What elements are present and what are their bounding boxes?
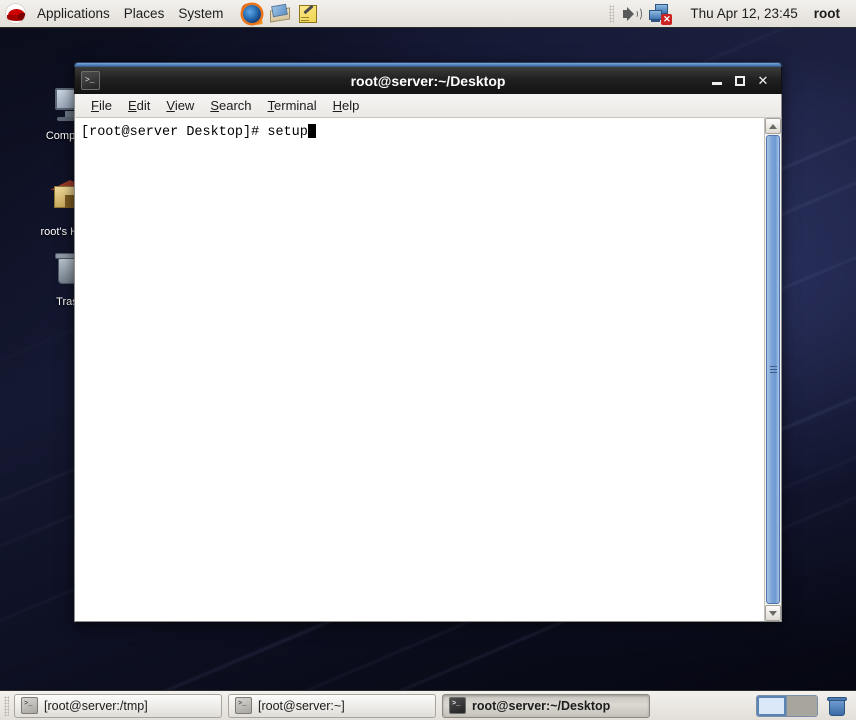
scrollbar-grip <box>769 364 777 375</box>
shell-command: setup <box>267 125 308 140</box>
terminal-menu-file[interactable]: File <box>83 96 120 115</box>
menu-rest: erminal <box>274 98 317 113</box>
menu-rest: iew <box>174 98 195 113</box>
gedit-icon[interactable] <box>296 2 320 26</box>
terminal-icon: >_ <box>449 697 466 714</box>
terminal-menu-edit[interactable]: Edit <box>120 96 158 115</box>
bottom-panel: >_ [root@server:/tmp] >_ [root@server:~]… <box>0 690 856 720</box>
close-button[interactable]: ✕ <box>753 71 773 91</box>
menu-system-label: System <box>178 6 224 21</box>
text-cursor <box>307 124 316 138</box>
panel-grip <box>609 4 615 23</box>
terminal-icon: >_ <box>235 697 252 714</box>
menu-mnemonic: S <box>210 98 219 113</box>
taskbar-item-label: root@server:~/Desktop <box>472 698 611 713</box>
evolution-mail-icon[interactable] <box>268 2 292 26</box>
menu-system[interactable]: System <box>171 0 230 27</box>
terminal-title: root@server:~/Desktop <box>350 72 506 89</box>
terminal-output[interactable]: [root@server Desktop]# setup <box>75 118 764 621</box>
network-disconnected-icon[interactable]: ✕ <box>648 3 673 25</box>
terminal-titlebar[interactable]: >_ root@server:~/Desktop ✕ <box>74 67 782 94</box>
menu-rest: ile <box>98 98 112 113</box>
menu-mnemonic: H <box>332 98 343 113</box>
workspace-switcher[interactable] <box>756 694 818 717</box>
terminal-menu-search[interactable]: Search <box>202 96 259 115</box>
shell-prompt: [root@server Desktop]# <box>81 125 268 140</box>
terminal-scrollbar[interactable] <box>764 118 781 621</box>
scrollbar-up-button[interactable] <box>765 118 781 134</box>
menu-rest: dit <box>136 98 151 113</box>
scrollbar-thumb[interactable] <box>766 135 780 604</box>
taskbar-item-tmp[interactable]: >_ [root@server:/tmp] <box>14 693 222 718</box>
scrollbar-track[interactable] <box>765 134 781 605</box>
menu-places-label: Places <box>123 6 165 21</box>
scrollbar-down-button[interactable] <box>765 605 781 621</box>
taskbar-grip <box>4 695 9 716</box>
taskbar-item-home[interactable]: >_ [root@server:~] <box>228 693 436 718</box>
terminal-window[interactable]: >_ root@server:~/Desktop ✕ File Edit Vie… <box>74 62 782 622</box>
maximize-button[interactable] <box>730 71 750 91</box>
top-panel: Applications Places System ✕ Thu Apr 12,… <box>0 0 856 28</box>
menu-rest: elp <box>342 98 360 113</box>
menu-rest: earch <box>219 98 252 113</box>
redhat-logo-icon[interactable] <box>5 3 26 24</box>
minimize-button[interactable] <box>707 71 727 91</box>
trash-applet-icon[interactable] <box>826 695 848 717</box>
volume-icon[interactable] <box>620 3 643 25</box>
network-error-badge: ✕ <box>661 13 673 25</box>
desktop[interactable]: Computer root's Home Trash Applications … <box>0 0 856 720</box>
user-menu[interactable]: root <box>806 6 848 21</box>
terminal-icon: >_ <box>21 697 38 714</box>
terminal-menubar: File Edit View Search Terminal Help <box>74 94 782 118</box>
menu-mnemonic: F <box>91 98 99 113</box>
workspace-1[interactable] <box>757 695 787 716</box>
menu-applications-label: Applications <box>37 6 110 21</box>
terminal-body[interactable]: [root@server Desktop]# setup <box>74 118 782 622</box>
menu-places[interactable]: Places <box>117 0 172 27</box>
taskbar-item-desktop[interactable]: >_ root@server:~/Desktop <box>442 693 650 718</box>
clock[interactable]: Thu Apr 12, 23:45 <box>682 6 805 21</box>
terminal-menu-terminal[interactable]: Terminal <box>260 96 325 115</box>
workspace-2[interactable] <box>787 695 817 716</box>
menu-mnemonic: E <box>127 98 137 113</box>
terminal-menu-view[interactable]: View <box>158 96 202 115</box>
taskbar-item-label: [root@server:~] <box>258 698 345 713</box>
terminal-menu-help[interactable]: Help <box>325 96 368 115</box>
taskbar-item-label: [root@server:/tmp] <box>44 698 148 713</box>
terminal-icon: >_ <box>81 71 100 90</box>
menu-mnemonic: V <box>166 98 175 113</box>
menu-applications[interactable]: Applications <box>30 0 117 27</box>
firefox-icon[interactable] <box>239 2 264 26</box>
